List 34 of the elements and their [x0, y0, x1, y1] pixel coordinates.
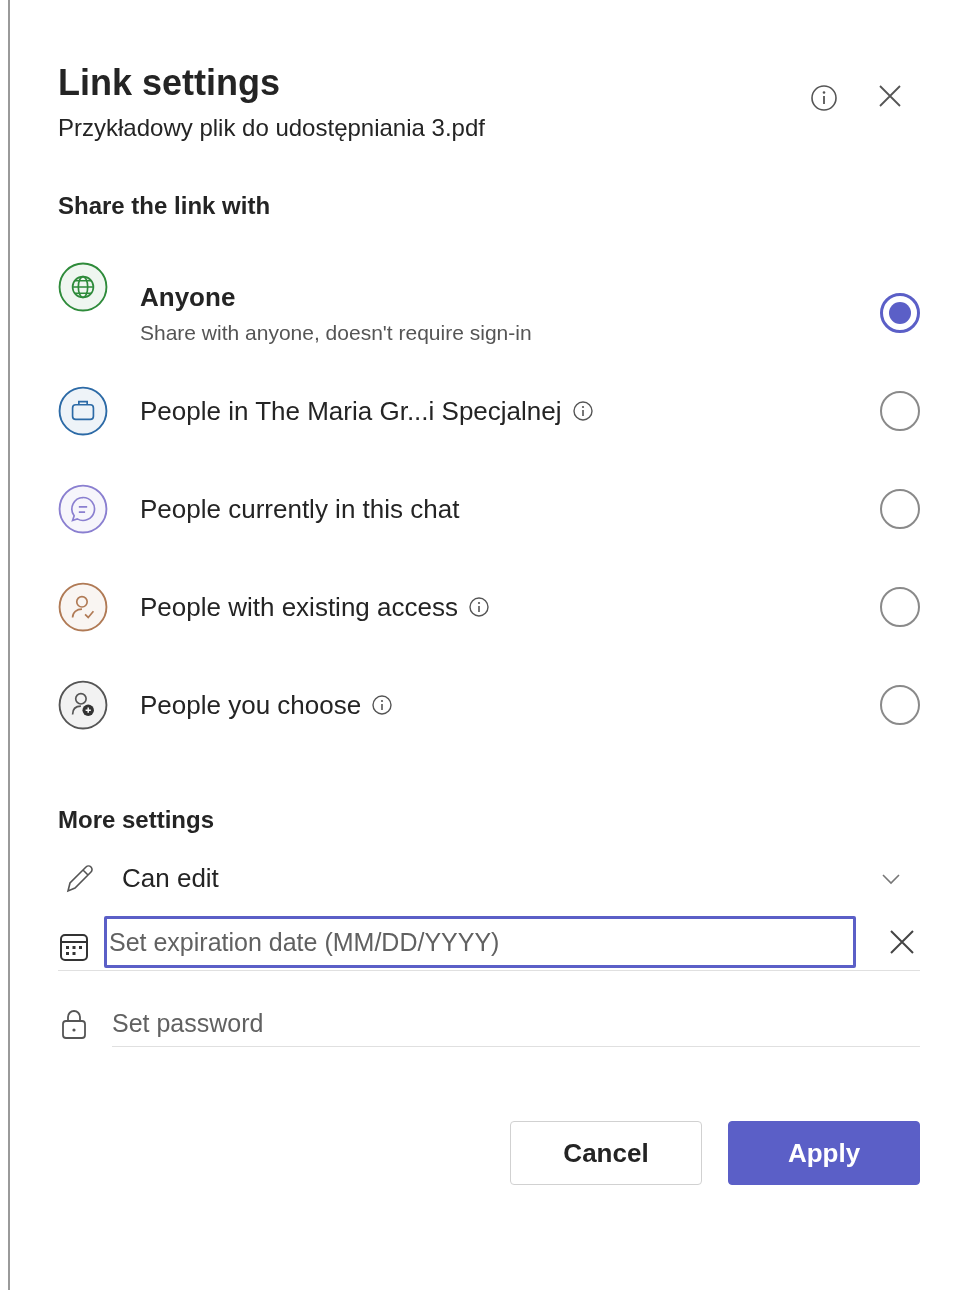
globe-icon — [58, 262, 108, 312]
info-icon[interactable] — [467, 596, 490, 618]
section-heading: More settings — [58, 806, 216, 834]
dialog-title: Link settings — [58, 62, 282, 104]
option-label: People in The Maria Gr...i Specjalnej — [140, 395, 562, 427]
radio-button[interactable] — [880, 587, 920, 627]
lock-icon — [60, 1008, 88, 1040]
radio-button[interactable] — [880, 293, 920, 333]
option-label: Anyone — [140, 281, 236, 313]
calendar-icon — [58, 931, 90, 963]
radio-button[interactable] — [880, 391, 920, 431]
permission-label: Can edit — [122, 862, 220, 894]
option-description: Share with anyone, doesn't require sign-in — [140, 320, 533, 345]
briefcase-icon — [58, 386, 108, 436]
close-icon[interactable] — [878, 84, 902, 108]
cancel-button[interactable]: Cancel — [510, 1121, 702, 1185]
option-label: People with existing access — [140, 591, 458, 623]
permission-dropdown[interactable]: Can edit — [58, 860, 920, 896]
radio-button[interactable] — [880, 489, 920, 529]
info-icon[interactable] — [571, 400, 594, 422]
info-icon[interactable] — [810, 84, 838, 112]
password-field[interactable]: Set password — [112, 1001, 920, 1047]
info-icon[interactable] — [371, 694, 394, 716]
radio-button[interactable] — [880, 685, 920, 725]
apply-button[interactable]: Apply — [728, 1121, 920, 1185]
option-label: People currently in this chat — [140, 493, 460, 525]
file-name: Przykładowy plik do udostępniania 3.pdf — [58, 114, 485, 142]
clear-icon[interactable] — [888, 928, 916, 956]
expiration-date-field[interactable]: Set expiration date (MM/DD/YYYY) — [104, 916, 856, 968]
person-add-icon — [58, 680, 108, 730]
option-label: People you choose — [140, 689, 362, 721]
chat-icon — [58, 484, 108, 534]
person-icon — [58, 582, 108, 632]
section-heading: Share the link with — [58, 192, 272, 220]
